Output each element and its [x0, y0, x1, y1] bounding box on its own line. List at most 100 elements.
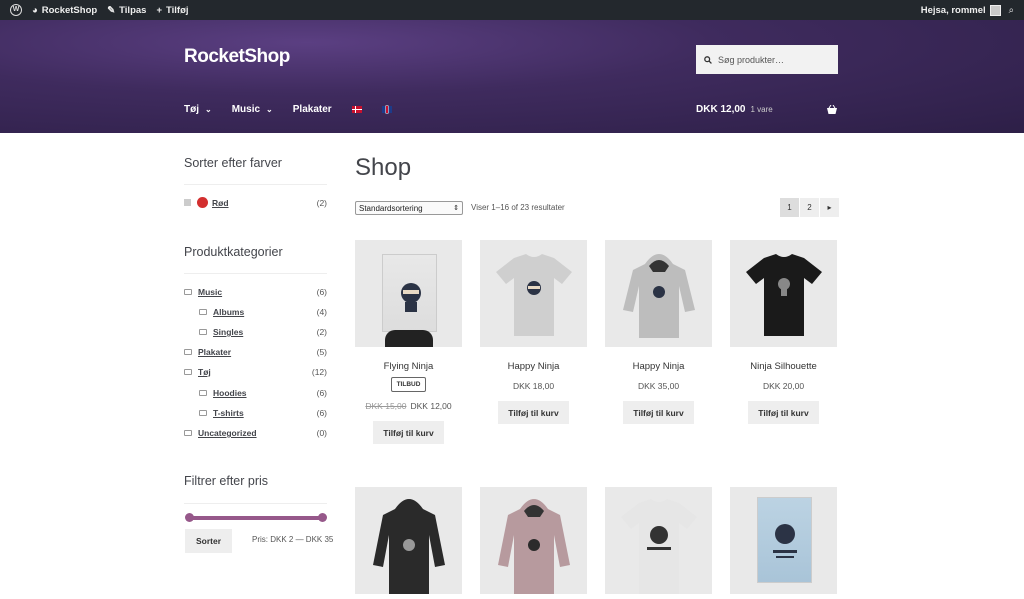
item-count: (2) [316, 197, 327, 208]
category-label[interactable]: Tøj [198, 367, 211, 377]
header-cart[interactable]: DKK 12,00 1 vare [696, 104, 838, 115]
category-item-hoodies[interactable]: Hoodies (6) [199, 388, 327, 398]
category-item-music[interactable]: Music (6) [184, 287, 327, 297]
category-label[interactable]: Music [198, 287, 222, 297]
hoodie-graphic [497, 499, 570, 594]
site-name: RocketShop [41, 4, 98, 16]
category-item-albums[interactable]: Albums (4) [199, 307, 327, 317]
price-filter-button[interactable]: Sorter [185, 529, 232, 553]
nav-item-music[interactable]: Music ⌄ [232, 104, 273, 115]
nav-item-toj[interactable]: Tøj ⌄ [184, 104, 212, 115]
add-to-cart-button[interactable]: Tilføj til kurv [748, 401, 819, 424]
category-label[interactable]: Uncategorized [198, 428, 257, 438]
product-price: DKK 15,00 DKK 12,00 [355, 401, 462, 411]
color-filter-title: Sorter efter farver [184, 156, 282, 170]
product-card: Flying Ninja TILBUD DKK 15,00 DKK 12,00 T… [355, 240, 462, 444]
item-count: (5) [316, 347, 327, 357]
chevron-down-icon: ⌄ [266, 105, 273, 114]
category-label[interactable]: Singles [213, 327, 243, 337]
checkbox[interactable] [184, 199, 191, 206]
category-item-plakater[interactable]: Plakater (5) [184, 347, 327, 357]
price-slider-min-handle[interactable] [185, 513, 194, 522]
brush-icon: ✎ [107, 4, 116, 16]
next-page-icon[interactable]: ▸ [820, 198, 839, 217]
admin-bar: W ◕ RocketShop ✎ Tilpas + Tilføj Hejsa, … [0, 0, 1024, 20]
category-item-singles[interactable]: Singles (2) [199, 327, 327, 337]
site-menu[interactable]: ◕ RocketShop [32, 5, 97, 16]
person-shape [385, 330, 433, 347]
primary-nav: Tøj ⌄ Music ⌄ Plakater [184, 104, 392, 115]
product-card: Happy Ninja DKK 18,00 Tilføj til kurv [480, 240, 587, 424]
category-item-uncategorized[interactable]: Uncategorized (0) [184, 428, 327, 438]
cart-count: 1 vare [750, 105, 773, 114]
add-to-cart-button[interactable]: Tilføj til kurv [498, 401, 569, 424]
product-card [355, 487, 462, 594]
category-label[interactable]: T-shirts [213, 408, 244, 418]
price-slider-track[interactable] [188, 516, 323, 520]
account-menu[interactable]: Hejsa, rommel [921, 4, 1001, 16]
cart-total: DKK 12,00 [696, 104, 746, 115]
product-title[interactable]: Flying Ninja [355, 361, 462, 372]
product-image[interactable] [355, 240, 462, 347]
product-image[interactable] [480, 487, 587, 594]
product-image[interactable] [605, 240, 712, 347]
nav-label: Tøj [184, 104, 199, 115]
nav-label: Music [231, 104, 261, 115]
category-label[interactable]: Hoodies [213, 388, 247, 398]
product-price: DKK 18,00 [512, 381, 555, 391]
category-label[interactable]: Plakater [198, 347, 231, 357]
customize-link[interactable]: ✎ Tilpas [107, 5, 146, 16]
old-price: DKK 15,00 [365, 401, 407, 411]
product-image[interactable] [730, 487, 837, 594]
color-filter-item[interactable]: Rød (2) [184, 197, 327, 208]
product-image[interactable] [730, 240, 837, 347]
wordpress-icon: W [10, 4, 22, 16]
product-image[interactable] [355, 487, 462, 594]
sort-selected-value: Standardsortering [359, 203, 423, 213]
flag-gb-icon[interactable] [381, 106, 392, 113]
product-image[interactable] [605, 487, 712, 594]
folder-icon [184, 369, 192, 375]
hoodie-graphic [372, 499, 445, 594]
chevron-updown-icon: ⇕ [453, 205, 459, 212]
item-count: (2) [316, 327, 327, 337]
flag-dk-icon[interactable] [351, 106, 362, 113]
search-placeholder: Søg produkter… [718, 54, 785, 65]
divider [184, 503, 327, 504]
item-count: (6) [316, 408, 327, 418]
add-to-cart-button[interactable]: Tilføj til kurv [373, 421, 444, 444]
product-title[interactable]: Happy Ninja [605, 361, 712, 372]
product-price: DKK 20,00 [762, 381, 805, 391]
folder-icon [184, 349, 192, 355]
sort-select[interactable]: Standardsortering ⇕ [355, 201, 463, 215]
folder-icon [199, 309, 207, 315]
wp-menu[interactable]: W [10, 4, 22, 16]
add-to-cart-button[interactable]: Tilføj til kurv [623, 401, 694, 424]
price-slider-max-handle[interactable] [318, 513, 327, 522]
categories-title: Produktkategorier [184, 245, 283, 259]
poster-graphic [757, 497, 812, 583]
nav-label: Plakater [292, 104, 332, 115]
color-label[interactable]: Rød [212, 198, 229, 208]
category-item-toj[interactable]: Tøj (12) [184, 367, 327, 377]
category-label[interactable]: Albums [213, 307, 244, 317]
product-price: DKK 35,00 [637, 381, 680, 391]
page-title: Shop [355, 154, 412, 181]
product-title[interactable]: Ninja Silhouette [730, 361, 837, 372]
admin-search-icon[interactable]: ⌕ [1009, 5, 1014, 16]
hoodie-graphic [622, 254, 695, 338]
add-new-menu[interactable]: + Tilføj [156, 5, 188, 16]
page-2[interactable]: 2 [800, 198, 819, 217]
folder-icon [199, 410, 207, 416]
product-card [605, 487, 712, 594]
product-image[interactable] [480, 240, 587, 347]
price-range-label: Pris: DKK 2 — DKK 35 [252, 535, 334, 544]
category-item-tshirts[interactable]: T-shirts (6) [199, 408, 327, 418]
site-title[interactable]: RocketShop [184, 46, 290, 68]
nav-item-plakater[interactable]: Plakater [293, 104, 332, 115]
search-input[interactable]: Søg produkter… [696, 45, 838, 74]
page-1[interactable]: 1 [780, 198, 799, 217]
item-count: (4) [316, 307, 327, 317]
color-swatch [197, 197, 208, 208]
product-title[interactable]: Happy Ninja [480, 361, 587, 372]
